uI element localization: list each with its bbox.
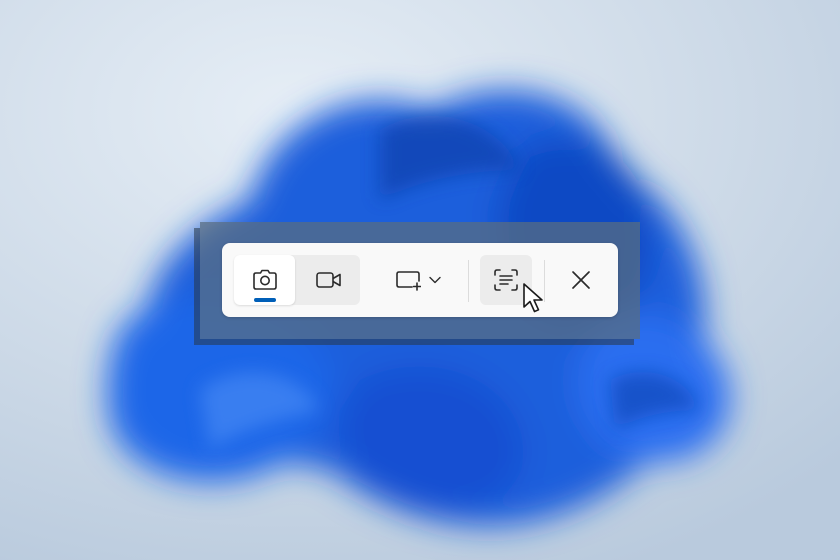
text-extract-icon: [493, 268, 519, 292]
capture-mode-group: [234, 255, 360, 305]
close-icon: [571, 270, 591, 290]
snipping-toolbar: [222, 243, 618, 317]
snip-mode-button[interactable]: [234, 255, 295, 305]
snip-shape-dropdown[interactable]: [382, 255, 454, 305]
video-camera-icon: [315, 270, 343, 290]
selected-indicator: [254, 298, 276, 302]
close-button[interactable]: [556, 255, 606, 305]
camera-icon: [252, 269, 278, 291]
desktop: [0, 0, 840, 560]
record-mode-button[interactable]: [298, 255, 359, 305]
rectangle-snip-icon: [395, 269, 421, 291]
toolbar-divider: [468, 260, 469, 302]
mouse-pointer-icon: [522, 282, 546, 314]
chevron-down-icon: [429, 276, 441, 284]
